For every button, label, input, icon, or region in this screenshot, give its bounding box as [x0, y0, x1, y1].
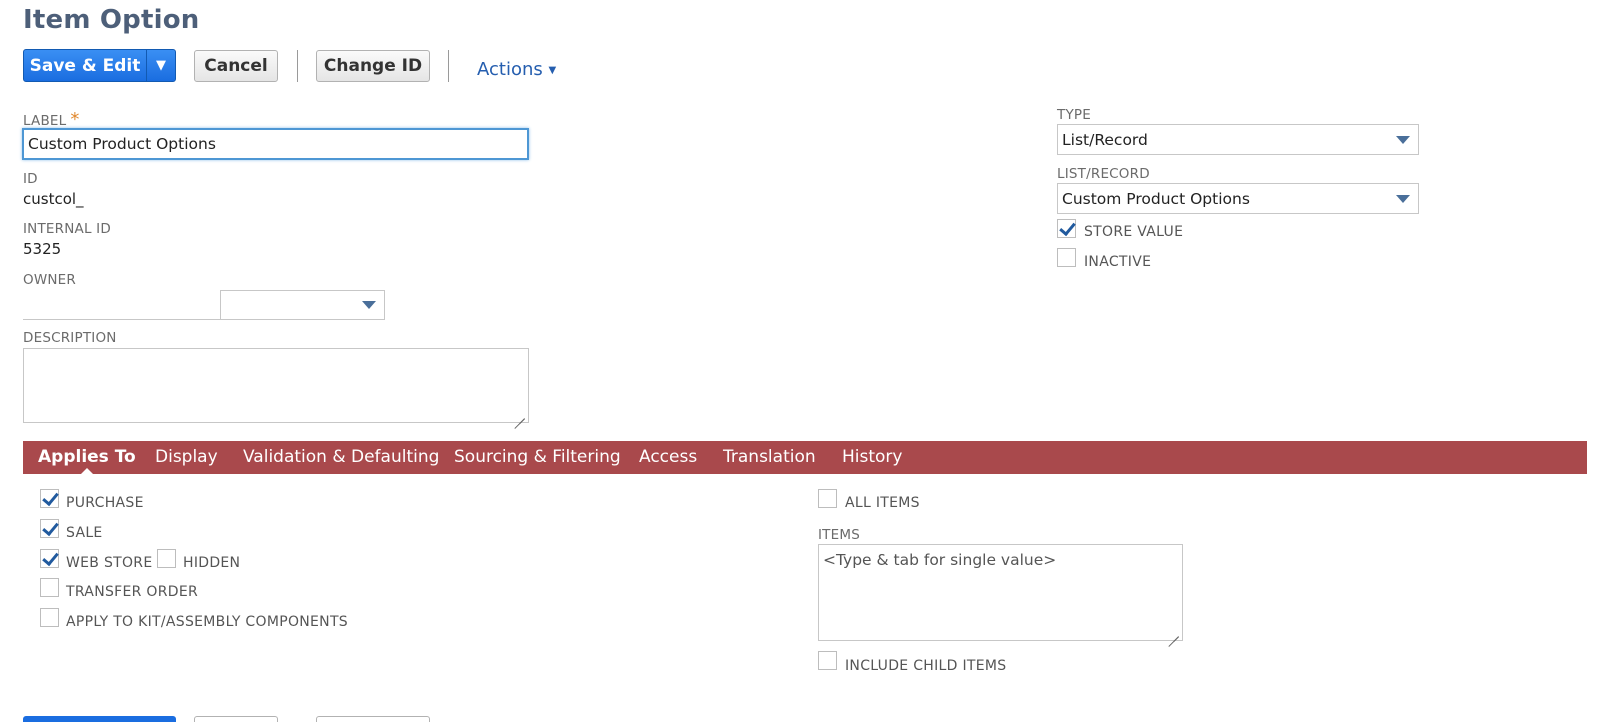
internal-id-label: INTERNAL ID	[23, 221, 111, 237]
toolbar-divider	[448, 50, 449, 82]
owner-underline	[23, 290, 220, 320]
internal-id-value: 5325	[23, 240, 62, 258]
owner-label: OWNER	[23, 272, 76, 288]
page-title: Item Option	[23, 5, 200, 35]
web-store-label: WEB STORE	[66, 555, 153, 571]
id-label: ID	[23, 171, 38, 187]
type-select[interactable]: List/Record	[1057, 124, 1419, 155]
select-arrow-icon	[1396, 135, 1410, 144]
include-child-items-checkbox[interactable]	[818, 651, 837, 670]
cancel-button[interactable]: Cancel	[194, 50, 278, 82]
chevron-down-icon: ▼	[548, 65, 557, 76]
bottom-cancel-button-edge[interactable]	[194, 716, 278, 722]
actions-label[interactable]: Actions	[477, 59, 543, 80]
description-textarea[interactable]	[23, 348, 529, 423]
hidden-checkbox[interactable]	[157, 549, 176, 568]
purchase-label: PURCHASE	[66, 495, 144, 511]
all-items-label: ALL ITEMS	[845, 495, 920, 511]
tab-sourcing-filtering[interactable]: Sourcing & Filtering	[454, 441, 621, 474]
required-marker: *	[70, 109, 80, 130]
web-store-checkbox[interactable]	[40, 549, 59, 568]
store-value-label: STORE VALUE	[1084, 224, 1184, 240]
include-child-items-label: INCLUDE CHILD ITEMS	[845, 658, 1007, 674]
transfer-order-checkbox[interactable]	[40, 578, 59, 597]
resize-handle-icon[interactable]	[1169, 627, 1179, 637]
list-record-label: LIST/RECORD	[1057, 166, 1150, 182]
purchase-checkbox[interactable]	[40, 489, 59, 508]
tab-applies-to[interactable]: Applies To	[38, 441, 136, 475]
resize-handle-icon[interactable]	[515, 409, 525, 419]
save-options-dropdown-icon[interactable]: ▼	[147, 50, 175, 81]
change-id-button[interactable]: Change ID	[316, 50, 430, 82]
items-label: ITEMS	[818, 527, 860, 543]
select-arrow-icon	[362, 301, 376, 309]
all-items-checkbox[interactable]	[818, 489, 837, 508]
bottom-save-button-edge[interactable]	[23, 716, 176, 722]
label-field-label: LABEL *	[23, 109, 80, 130]
save-edit-button[interactable]: Save & Edit ▼	[23, 49, 176, 82]
tab-display[interactable]: Display	[155, 441, 218, 474]
actions-menu[interactable]: Actions ▼	[477, 59, 556, 80]
tab-access[interactable]: Access	[639, 441, 697, 474]
owner-select[interactable]	[220, 290, 385, 320]
bottom-change-id-button-edge[interactable]	[316, 716, 430, 722]
transfer-order-label: TRANSFER ORDER	[66, 584, 199, 600]
items-multiselect[interactable]: <Type & tab for single value>	[818, 544, 1183, 641]
tab-translation[interactable]: Translation	[723, 441, 816, 474]
kit-assembly-checkbox[interactable]	[40, 608, 59, 627]
sale-label: SALE	[66, 525, 103, 541]
tab-history[interactable]: History	[842, 441, 902, 474]
save-edit-label[interactable]: Save & Edit	[24, 50, 147, 81]
kit-assembly-label: APPLY TO KIT/ASSEMBLY COMPONENTS	[66, 614, 348, 630]
inactive-checkbox[interactable]	[1057, 248, 1076, 267]
description-label: DESCRIPTION	[23, 330, 117, 346]
sale-checkbox[interactable]	[40, 519, 59, 538]
label-input[interactable]: Custom Product Options	[22, 128, 529, 160]
select-arrow-icon	[1396, 194, 1410, 203]
inactive-label: INACTIVE	[1084, 254, 1152, 270]
items-placeholder: <Type & tab for single value>	[823, 551, 1057, 569]
hidden-label: HIDDEN	[183, 555, 241, 571]
list-record-select[interactable]: Custom Product Options	[1057, 183, 1419, 214]
toolbar-divider	[297, 50, 298, 82]
store-value-checkbox[interactable]	[1057, 219, 1076, 238]
id-value: custcol_	[23, 190, 84, 208]
tab-validation-defaulting[interactable]: Validation & Defaulting	[243, 441, 439, 474]
type-label: TYPE	[1057, 107, 1091, 123]
subtab-bar: Applies To Display Validation & Defaulti…	[23, 441, 1587, 475]
